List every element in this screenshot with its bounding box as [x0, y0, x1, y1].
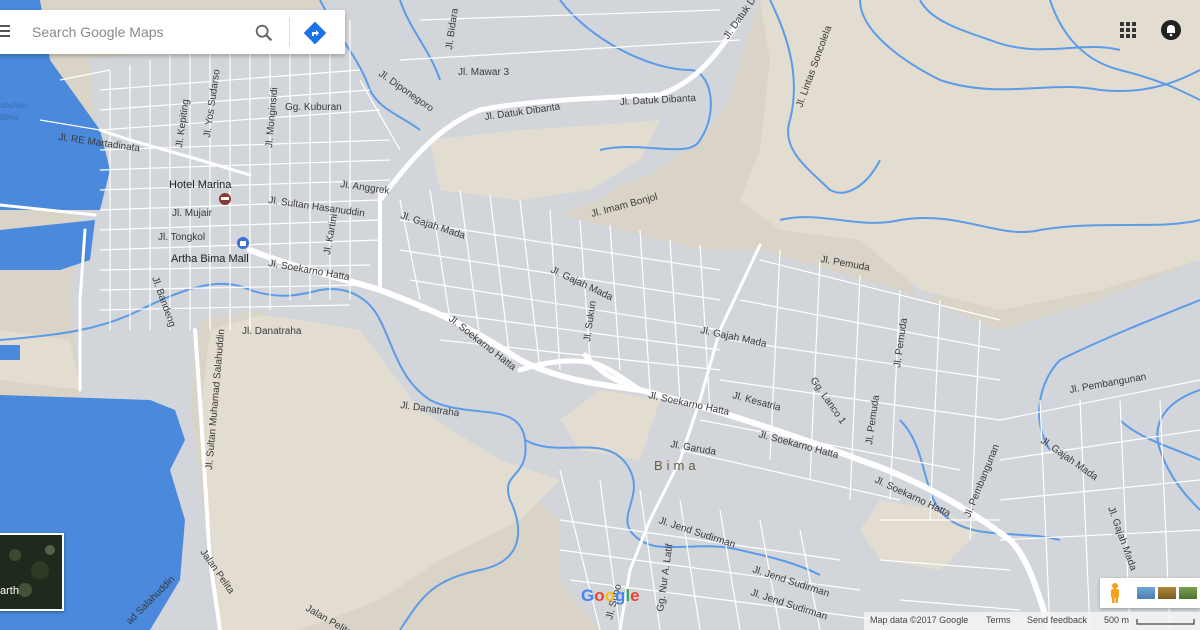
street-label: Jl. Mujair: [172, 208, 213, 219]
poi-label: Artha Bima Mall: [171, 253, 249, 265]
imagery-thumbnail[interactable]: [1158, 587, 1176, 599]
street-view-controls: [1100, 578, 1200, 608]
google-logo: Google: [581, 586, 640, 605]
poi-label: Hotel Marina: [169, 179, 232, 191]
imagery-thumbnail[interactable]: [1179, 587, 1197, 599]
street-label: Jl. Danatraha: [242, 326, 302, 337]
search-icon[interactable]: [253, 22, 275, 44]
directions-icon[interactable]: [303, 21, 327, 45]
scale-bar: [1136, 619, 1195, 625]
search-input[interactable]: [32, 18, 232, 46]
pegman-icon[interactable]: [1108, 582, 1122, 604]
search-box: [0, 10, 345, 54]
send-feedback-link[interactable]: Send feedback: [1027, 615, 1087, 625]
city-label: Bima: [654, 458, 700, 473]
street-label: Jl. Tongkol: [158, 232, 205, 243]
street-label: Jl. Mawar 3: [458, 67, 510, 78]
earth-label: arth: [0, 585, 19, 597]
imagery-thumbnail[interactable]: [1137, 587, 1155, 599]
satellite-thumbnail-image: [0, 535, 62, 609]
map-footer: Map data ©2017 Google Terms Send feedbac…: [864, 612, 1200, 630]
map-canvas[interactable]: Jl. Bidara Jl. Mawar 3 Jl. Datuk Dibanta…: [0, 0, 1200, 630]
street-label: Gg. Kuburan: [285, 102, 342, 113]
scale-label[interactable]: 500 m: [1104, 615, 1129, 625]
water-label: abuhan: [0, 101, 27, 110]
divider: [289, 18, 290, 46]
menu-icon[interactable]: [0, 25, 10, 37]
earth-view-toggle[interactable]: arth: [0, 533, 64, 611]
terms-link[interactable]: Terms: [986, 615, 1011, 625]
water-label: Bima: [0, 113, 19, 122]
map-data-attribution: Map data ©2017 Google: [870, 615, 969, 625]
apps-grid-icon[interactable]: [1118, 20, 1138, 40]
notifications-icon[interactable]: [1160, 19, 1182, 41]
